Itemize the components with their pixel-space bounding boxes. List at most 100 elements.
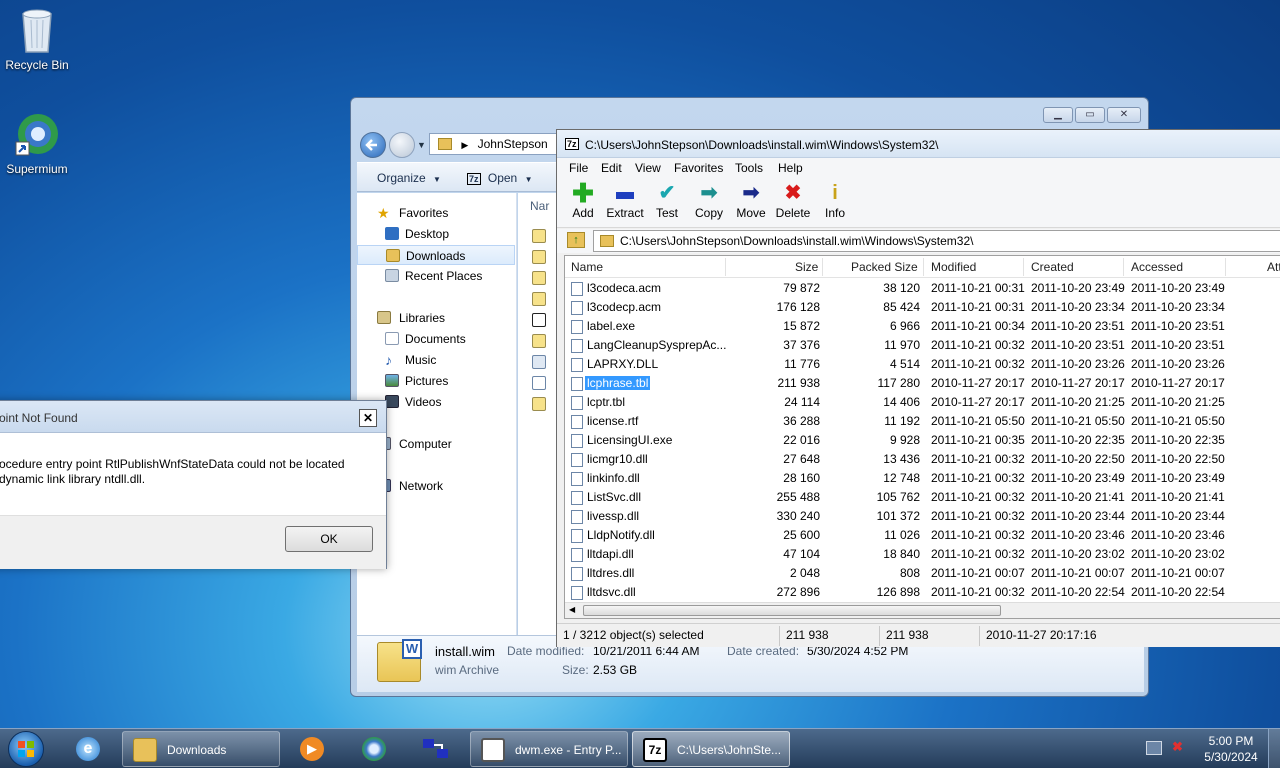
horizontal-scrollbar[interactable]: ◀ [565, 602, 1280, 618]
column-header-size[interactable]: Size [795, 260, 818, 274]
add-button[interactable]: ✚ Add [561, 180, 605, 220]
nav-item-recent-places[interactable]: Recent Places [357, 266, 515, 286]
archive-file-icon[interactable] [532, 292, 546, 306]
network-tray-icon[interactable] [1146, 741, 1162, 755]
info-button[interactable]: i Info [813, 182, 857, 220]
scroll-left-icon[interactable]: ◀ [569, 605, 575, 614]
minimize-button[interactable]: ▁ [1043, 107, 1073, 123]
desktop-icon-recycle-bin[interactable]: Recycle Bin [0, 6, 74, 72]
desktop-icon-supermium[interactable]: Supermium [0, 112, 74, 176]
taskbar-internet-explorer[interactable]: e [60, 731, 118, 767]
menu-favorites[interactable]: Favorites [674, 161, 723, 175]
nav-item-music[interactable]: ♪ Music [357, 350, 515, 370]
delete-button[interactable]: ✖ Delete [771, 182, 815, 220]
column-header-name[interactable]: Nar [530, 199, 549, 213]
file-row[interactable]: ListSvc.dll 255 488 105 762 2011-10-21 00:3… [565, 488, 1280, 507]
file-row[interactable]: livessp.dll 330 240 101 372 2011-10-21 00:3… [565, 507, 1280, 526]
folder-icon[interactable] [532, 271, 546, 285]
column-header-accessed[interactable]: Accessed [1131, 260, 1183, 274]
nav-item-desktop[interactable]: Desktop [357, 224, 515, 244]
menu-file[interactable]: File [569, 161, 588, 175]
file-row[interactable]: lltdsvc.dll 272 896 126 898 2011-10-21 00:3… [565, 583, 1280, 602]
taskbar-downloads[interactable]: Downloads [122, 731, 280, 767]
archive-file-icon[interactable] [532, 334, 546, 348]
clock[interactable]: 5:00 PM 5/30/2024 [1196, 733, 1266, 765]
organize-button[interactable]: Organize ▼ [377, 171, 441, 185]
menu-help[interactable]: Help [778, 161, 803, 175]
column-header-attributes[interactable]: Att [1267, 260, 1280, 274]
file-row[interactable]: lcptr.tbl 24 114 14 406 2010-11-27 20:17 201… [565, 393, 1280, 412]
file-row[interactable]: LldpNotify.dll 25 600 11 026 2011-10-21 00:… [565, 526, 1280, 545]
breadcrumb-item[interactable]: JohnStepson [478, 137, 548, 151]
wim-archive-file-icon[interactable] [532, 397, 546, 411]
column-header-packed-size[interactable]: Packed Size [851, 260, 918, 274]
test-button[interactable]: ✔ Test [645, 182, 689, 220]
sevenzip-title-bar[interactable]: 7z C:\Users\JohnStepson\Downloads\instal… [557, 130, 1280, 158]
column-header-modified[interactable]: Modified [931, 260, 976, 274]
close-button[interactable]: ✕ [1107, 107, 1141, 123]
file-row[interactable]: lltdapi.dll 47 104 18 840 2011-10-21 00:32 2… [565, 545, 1280, 564]
document-file-icon[interactable] [532, 376, 546, 390]
column-header-created[interactable]: Created [1031, 260, 1074, 274]
volume-muted-tray-icon[interactable]: ✖ [1172, 739, 1183, 755]
open-button[interactable]: 7z Open ▼ [467, 171, 532, 185]
menu-tools[interactable]: Tools [735, 161, 763, 175]
scrollbar-thumb[interactable] [583, 605, 1001, 616]
menu-edit[interactable]: Edit [601, 161, 622, 175]
recent-pages-dropdown-icon[interactable]: ▼ [417, 140, 426, 150]
dialog-message-line-2: dynamic link library ntdll.dll. [0, 472, 146, 486]
nav-item-pictures[interactable]: Pictures [357, 371, 515, 391]
file-row[interactable]: linkinfo.dll 28 160 12 748 2011-10-21 00:32… [565, 469, 1280, 488]
application-file-icon[interactable] [532, 355, 546, 369]
file-row[interactable]: lltdres.dll 2 048 808 2011-10-21 00:07 2011-… [565, 564, 1280, 583]
back-button[interactable] [360, 132, 386, 158]
taskbar-supermium[interactable] [350, 731, 400, 767]
extract-button[interactable]: Extract [603, 182, 647, 220]
file-row[interactable]: licmgr10.dll 27 648 13 436 2011-10-21 00:32… [565, 450, 1280, 469]
test-icon: ✔ [658, 182, 676, 204]
show-desktop-button[interactable] [1268, 729, 1280, 768]
nav-item-downloads[interactable]: Downloads [357, 245, 515, 265]
file-created: 2011-10-20 23:26 [1031, 357, 1125, 371]
dialog-close-button[interactable]: ✕ [359, 409, 377, 427]
taskbar-dwm-error[interactable]: dwm.exe - Entry P... [470, 731, 628, 767]
file-created: 2011-10-20 23:02 [1031, 547, 1125, 561]
taskbar-media-player[interactable]: ▶ [290, 731, 340, 767]
folder-icon[interactable] [532, 229, 546, 243]
sevenzip-address-field[interactable]: C:\Users\JohnStepson\Downloads\install.w… [593, 230, 1280, 252]
menu-view[interactable]: View [635, 161, 661, 175]
taskbar-sevenzip[interactable]: 7z C:\Users\JohnSte... [632, 731, 790, 767]
file-row[interactable]: lcphrase.tbl 211 938 117 280 2010-11-27 20:… [565, 374, 1280, 393]
file-row[interactable]: l3codecp.acm 176 128 85 424 2011-10-21 00:3… [565, 298, 1280, 317]
file-row[interactable]: LAPRXY.DLL 11 776 4 514 2011-10-21 00:32 201… [565, 355, 1280, 374]
taskbar-network-app[interactable] [410, 731, 462, 767]
nav-item-libraries[interactable]: Libraries [357, 308, 515, 328]
file-row[interactable]: l3codeca.acm 79 872 38 120 2011-10-21 00:31… [565, 279, 1280, 298]
file-created: 2011-10-21 05:50 [1031, 414, 1125, 428]
file-accessed: 2011-10-21 00:07 [1131, 566, 1225, 580]
up-folder-icon[interactable]: ↑ [567, 232, 585, 248]
column-header-name[interactable]: Name [571, 260, 603, 274]
file-row[interactable]: LicensingUI.exe 22 016 9 928 2011-10-21 00:… [565, 431, 1280, 450]
start-button[interactable] [8, 731, 44, 767]
nav-item-favorites[interactable]: ★ Favorites [357, 203, 515, 223]
file-row[interactable]: license.rtf 36 288 11 192 2011-10-21 05:50 2… [565, 412, 1280, 431]
copy-button[interactable]: ➡ Copy [687, 182, 731, 220]
file-packed-size: 11 026 [884, 528, 920, 542]
maximize-button[interactable]: ▭ [1075, 107, 1105, 123]
forward-button[interactable] [389, 132, 415, 158]
file-size: 37 376 [783, 338, 820, 352]
folder-icon[interactable] [532, 250, 546, 264]
dialog-title-bar[interactable]: oint Not Found ✕ [0, 401, 386, 433]
ok-button[interactable]: OK [285, 526, 373, 552]
file-name: lcptr.tbl [587, 393, 625, 412]
file-row[interactable]: LangCleanupSysprepAc... 37 376 11 970 2011-… [565, 336, 1280, 355]
file-modified: 2011-10-21 00:32 [931, 585, 1025, 599]
file-icon [571, 586, 583, 600]
nav-item-documents[interactable]: Documents [357, 329, 515, 349]
sevenzip-icon: 7z [643, 738, 667, 762]
sevenzip-file-icon[interactable] [532, 313, 546, 327]
file-row[interactable]: label.exe 15 872 6 966 2011-10-21 00:34 2011… [565, 317, 1280, 336]
file-accessed: 2011-10-20 21:25 [1131, 395, 1225, 409]
move-button[interactable]: ➡ Move [729, 182, 773, 220]
